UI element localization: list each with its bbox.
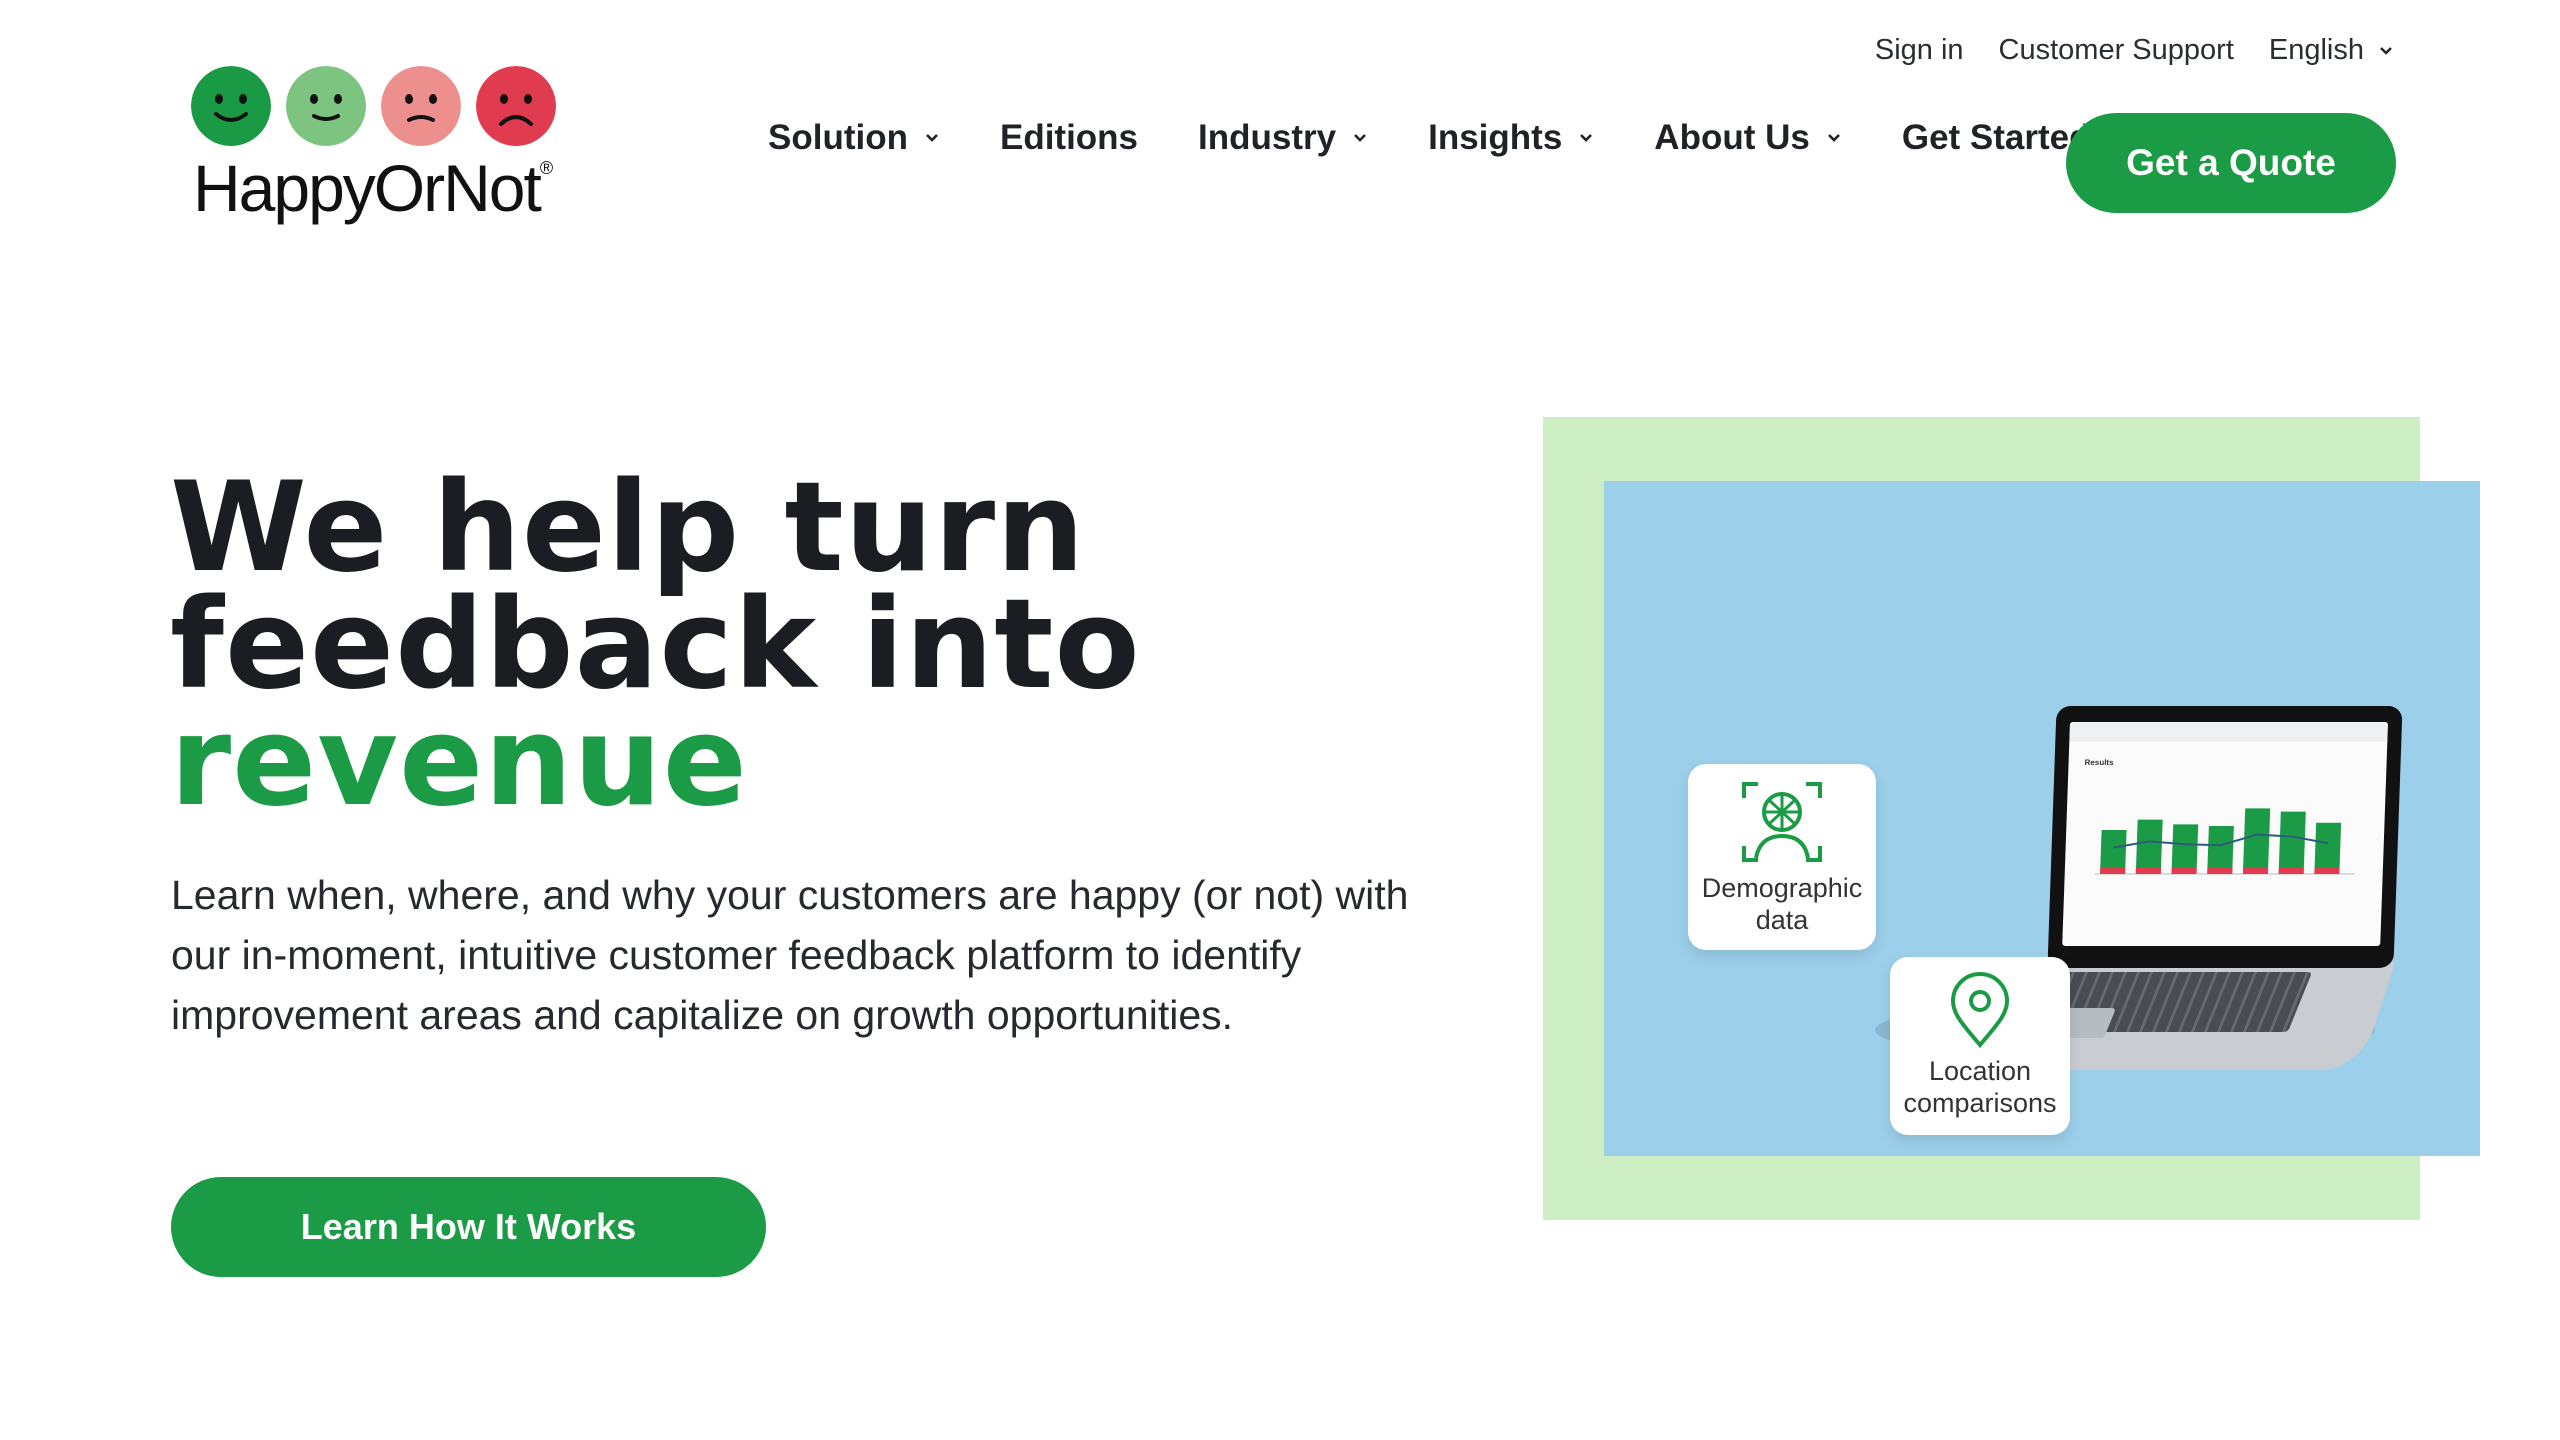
chevron-down-icon	[1827, 134, 1840, 142]
language-label: English	[2268, 34, 2364, 66]
customer-support-link[interactable]: Customer Support	[1999, 34, 2234, 67]
laptop-screen: Results	[2047, 706, 2403, 968]
dashboard-results-label: Results	[2084, 758, 2114, 767]
nav-label: Solution	[768, 118, 908, 157]
language-selector[interactable]: English	[2269, 34, 2394, 67]
demographic-icon	[1742, 782, 1822, 862]
chart-bar	[2135, 819, 2163, 874]
hero-title-line2: feedback into	[170, 573, 1141, 717]
chart-bar-negative	[2207, 868, 2233, 874]
nav-solution[interactable]: Solution	[768, 118, 940, 158]
dashboard-screen: Results	[2062, 722, 2389, 946]
chart-bar-negative	[2242, 868, 2269, 874]
main-nav: Solution Editions Industry Insights Abou…	[768, 118, 2151, 158]
very-happy-face-icon	[191, 66, 271, 146]
hero-title-line1: We help turn	[170, 456, 1086, 600]
nav-insights[interactable]: Insights	[1428, 118, 1594, 158]
brand-name: HappyOrNot®	[193, 151, 554, 225]
utility-nav: Sign in Customer Support English	[1875, 34, 2394, 67]
registered-mark: ®	[539, 158, 554, 178]
location-pin-icon	[1950, 972, 2010, 1049]
location-comparisons-label: Location comparisons	[1903, 1056, 2057, 1118]
nav-label: Industry	[1198, 118, 1337, 157]
nav-label: About Us	[1654, 118, 1810, 157]
chart-bar-negative	[2171, 868, 2197, 874]
chart-bar-negative	[2314, 868, 2340, 874]
nav-label: Editions	[999, 118, 1139, 157]
nav-get-started[interactable]: Get Started	[1902, 118, 2091, 158]
demographic-data-label: Demographic data	[1701, 873, 1863, 935]
chart-bar-negative	[2135, 868, 2161, 874]
logo-faces	[191, 66, 576, 146]
nav-label: Insights	[1428, 118, 1563, 157]
hero-title-accent: revenue	[170, 690, 748, 834]
chevron-down-icon	[926, 134, 938, 142]
chevron-down-icon	[2380, 46, 2392, 55]
nav-editions[interactable]: Editions	[1000, 118, 1138, 158]
chart-bar	[2207, 826, 2234, 874]
location-comparisons-card: Location comparisons	[1890, 957, 2070, 1135]
nav-about-us[interactable]: About Us	[1654, 118, 1842, 158]
chart-bar-negative	[2100, 868, 2126, 874]
nav-industry[interactable]: Industry	[1198, 118, 1368, 158]
chart-bar	[2100, 830, 2127, 874]
logo[interactable]: HappyOrNot®	[191, 66, 576, 226]
chart-bar	[2242, 808, 2271, 874]
unhappy-face-icon	[381, 66, 461, 146]
hero-title: We help turn feedback into revenue	[170, 456, 1141, 834]
results-bar-chart	[2094, 808, 2355, 875]
learn-how-it-works-button[interactable]: Learn How It Works	[171, 1177, 766, 1277]
chevron-down-icon	[1580, 134, 1593, 142]
demographic-data-card: Demographic data	[1688, 764, 1876, 950]
get-a-quote-button[interactable]: Get a Quote	[2066, 113, 2396, 213]
hero-description: Learn when, where, and why your customer…	[171, 872, 1409, 1038]
very-unhappy-face-icon	[476, 66, 556, 146]
chart-bar	[2171, 824, 2199, 874]
chart-bar-negative	[2278, 868, 2304, 874]
sign-in-link[interactable]: Sign in	[1875, 34, 1964, 67]
chevron-down-icon	[1354, 134, 1367, 142]
nav-label: Get Started	[1901, 118, 2091, 157]
happy-face-icon	[286, 66, 366, 146]
chart-bar	[2278, 811, 2306, 874]
chart-bar	[2314, 822, 2342, 874]
dashboard-toolbar	[2069, 722, 2389, 742]
